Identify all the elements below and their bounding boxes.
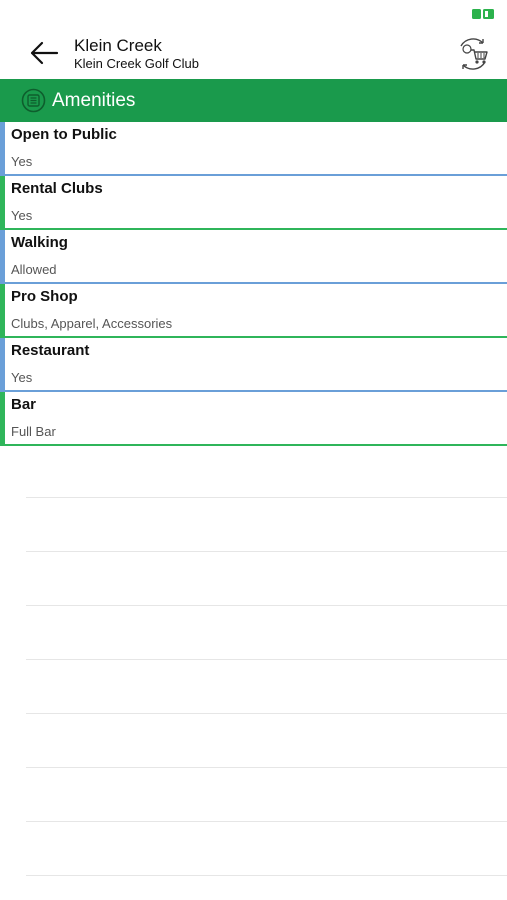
- shopping-cart-icon: [460, 38, 488, 70]
- amenity-row-rental-clubs[interactable]: Rental Clubs Yes: [0, 176, 507, 230]
- empty-list-separator: [26, 875, 507, 876]
- empty-list-separator: [26, 497, 507, 498]
- title-block: Klein Creek Klein Creek Golf Club: [74, 36, 199, 72]
- amenity-value: Yes: [11, 370, 33, 385]
- empty-list-separator: [26, 605, 507, 606]
- amenity-value: Full Bar: [11, 424, 56, 439]
- amenity-value: Allowed: [11, 262, 57, 277]
- amenity-row-walking[interactable]: Walking Allowed: [0, 230, 507, 284]
- amenity-row-pro-shop[interactable]: Pro Shop Clubs, Apparel, Accessories: [0, 284, 507, 338]
- amenity-label: Open to Public: [11, 126, 117, 143]
- amenity-row-bar[interactable]: Bar Full Bar: [0, 392, 507, 446]
- amenity-row-open-to-public[interactable]: Open to Public Yes: [0, 122, 507, 176]
- section-title: Amenities: [52, 89, 136, 111]
- amenities-list: Open to Public Yes Rental Clubs Yes Walk…: [0, 122, 507, 446]
- empty-list-separator: [26, 713, 507, 714]
- amenity-label: Restaurant: [11, 342, 90, 359]
- battery-icon: [472, 9, 494, 19]
- empty-list-separator: [26, 821, 507, 822]
- amenity-value: Yes: [11, 154, 33, 169]
- amenity-label: Walking: [11, 234, 68, 251]
- page-subtitle: Klein Creek Golf Club: [74, 56, 199, 71]
- amenity-label: Rental Clubs: [11, 180, 103, 197]
- amenity-label: Pro Shop: [11, 288, 78, 305]
- nav-header: Klein Creek Klein Creek Golf Club: [0, 28, 507, 79]
- amenities-section-header: Amenities: [0, 79, 507, 122]
- back-button[interactable]: [24, 36, 64, 70]
- cart-button[interactable]: [455, 36, 491, 72]
- empty-list-separator: [26, 659, 507, 660]
- empty-list-separator: [26, 551, 507, 552]
- status-bar: [0, 0, 507, 28]
- amenities-icon: [21, 88, 46, 113]
- back-arrow-icon: [30, 41, 59, 65]
- amenity-row-restaurant[interactable]: Restaurant Yes: [0, 338, 507, 392]
- empty-list-separator: [26, 767, 507, 768]
- amenity-label: Bar: [11, 396, 37, 413]
- amenity-value: Yes: [11, 208, 33, 223]
- amenity-value: Clubs, Apparel, Accessories: [11, 316, 173, 331]
- page-title: Klein Creek: [74, 36, 162, 55]
